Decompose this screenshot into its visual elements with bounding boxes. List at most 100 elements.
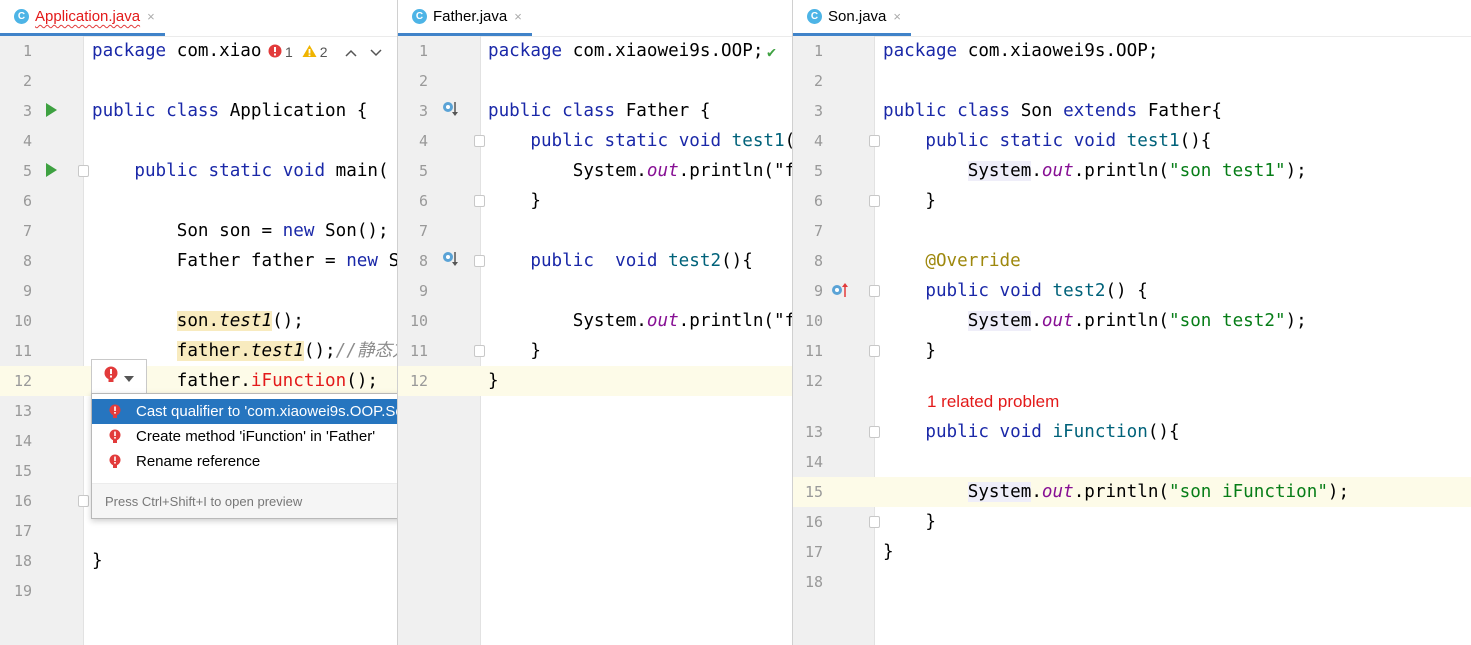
intention-bulb-button[interactable]: [91, 359, 147, 394]
fold-icon[interactable]: [869, 285, 880, 297]
close-icon[interactable]: ×: [893, 9, 901, 24]
code-line[interactable]: Son son = new Son();: [92, 216, 397, 246]
editor-pane-son[interactable]: C Son.java × 1 package com.xiaowei9s.OOP;…: [792, 0, 1471, 645]
code-line[interactable]: System.out.println("father test2");: [488, 306, 793, 336]
code-line[interactable]: public static void main(: [92, 156, 397, 186]
chevron-down-icon[interactable]: [370, 44, 382, 60]
line-number: 10: [409, 312, 428, 330]
code-line[interactable]: public void test2() {: [883, 276, 1471, 306]
line-number: 9: [22, 282, 32, 300]
code-line[interactable]: [92, 516, 397, 546]
code-line[interactable]: [883, 447, 1471, 477]
code-line[interactable]: public static void test1(){: [488, 126, 793, 156]
code-line[interactable]: [883, 567, 1471, 597]
line-number: 14: [13, 432, 32, 450]
code-line[interactable]: }: [488, 366, 793, 396]
chevron-up-icon[interactable]: [345, 44, 357, 60]
inspection-widget[interactable]: 1 2: [268, 40, 382, 64]
intention-item-create-method[interactable]: Create method 'iFunction' in 'Father': [92, 424, 397, 449]
code-line[interactable]: public class Son extends Father{: [883, 96, 1471, 126]
fold-icon[interactable]: [474, 255, 485, 267]
editor-pane-father[interactable]: C Father.java × 1 package com.xiaowei9s.O…: [397, 0, 793, 645]
overridden-icon[interactable]: [442, 100, 458, 122]
related-problem-hint[interactable]: 1 related problem: [927, 392, 1059, 412]
intention-item-label: Cast qualifier to 'com.xiaowei9s.OOP.Son…: [136, 403, 397, 420]
fold-icon[interactable]: [869, 345, 880, 357]
overrides-icon[interactable]: [831, 281, 849, 303]
close-icon[interactable]: ×: [147, 9, 155, 24]
code-token: public: [488, 101, 552, 121]
code-line[interactable]: [92, 66, 397, 96]
line-number: 3: [418, 102, 428, 120]
line-number: 4: [22, 132, 32, 150]
code-line[interactable]: [92, 126, 397, 156]
code-line[interactable]: }: [883, 186, 1471, 216]
code-token: .println(: [1073, 161, 1170, 181]
run-icon[interactable]: [46, 163, 57, 177]
tab-father-java[interactable]: C Father.java ×: [398, 0, 532, 36]
code-line[interactable]: [92, 576, 397, 606]
line-number: 10: [804, 312, 823, 330]
code-line[interactable]: public void test2(){: [488, 246, 793, 276]
code-line[interactable]: public class Father {: [488, 96, 793, 126]
line-number: 7: [418, 222, 428, 240]
code-line[interactable]: [488, 216, 793, 246]
code-line[interactable]: System.out.println("father test1");: [488, 156, 793, 186]
line-number: 7: [813, 222, 823, 240]
line-number: 12: [804, 372, 823, 390]
tab-son-java[interactable]: C Son.java ×: [793, 0, 911, 36]
fold-icon[interactable]: [869, 195, 880, 207]
intention-item-rename[interactable]: Rename reference: [92, 449, 397, 474]
code-line[interactable]: package com.xiaowei9s.OOP;: [883, 36, 1471, 66]
code-line[interactable]: public static void test1(){: [883, 126, 1471, 156]
code-line[interactable]: [883, 216, 1471, 246]
code-line[interactable]: }: [488, 336, 793, 366]
code-line[interactable]: @Override: [883, 246, 1471, 276]
run-icon[interactable]: [46, 103, 57, 117]
code-line[interactable]: [488, 66, 793, 96]
line-number: 6: [418, 192, 428, 210]
code-token: public: [530, 251, 594, 271]
code-token: package: [883, 41, 958, 61]
overridden-icon[interactable]: [442, 250, 458, 272]
code-line[interactable]: [92, 186, 397, 216]
fold-icon[interactable]: [78, 165, 89, 177]
code-line[interactable]: }: [883, 336, 1471, 366]
fold-icon[interactable]: [869, 135, 880, 147]
code-token: ();: [272, 311, 304, 331]
fold-icon[interactable]: [869, 516, 880, 528]
code-line[interactable]: }: [92, 546, 397, 576]
code-line[interactable]: System.out.println("son iFunction");: [883, 477, 1471, 507]
code-line[interactable]: Father father = new Son();: [92, 246, 397, 276]
code-line[interactable]: [92, 276, 397, 306]
fold-icon[interactable]: [474, 345, 485, 357]
tab-application-java[interactable]: C Application.java ×: [0, 0, 165, 36]
editor-pane-application[interactable]: C Application.java × 1 package com.xiao 2 3…: [0, 0, 397, 645]
code-line[interactable]: }: [488, 186, 793, 216]
code-line[interactable]: public void iFunction(){: [883, 417, 1471, 447]
fold-icon[interactable]: [474, 195, 485, 207]
code-line[interactable]: [883, 66, 1471, 96]
intention-item-cast[interactable]: Cast qualifier to 'com.xiaowei9s.OOP.Son…: [92, 399, 397, 424]
code-line[interactable]: son.test1();: [92, 306, 397, 336]
fold-icon[interactable]: [474, 135, 485, 147]
fold-icon[interactable]: [869, 426, 880, 438]
code-line[interactable]: [488, 276, 793, 306]
line-number: 6: [813, 192, 823, 210]
code-token: void: [999, 281, 1042, 301]
code-line[interactable]: }: [883, 537, 1471, 567]
code-line[interactable]: }: [883, 507, 1471, 537]
fold-icon[interactable]: [78, 495, 89, 507]
code-line[interactable]: System.out.println("son test2");: [883, 306, 1471, 336]
code-line[interactable]: public class Application {: [92, 96, 397, 126]
code-line[interactable]: System.out.println("son test1");: [883, 156, 1471, 186]
close-icon[interactable]: ×: [514, 9, 522, 24]
code-token: .println(: [1073, 482, 1170, 502]
line-number: 8: [22, 252, 32, 270]
code-line[interactable]: package com.xiaowei9s.OOP;: [488, 36, 793, 66]
line-number: 2: [418, 72, 428, 90]
class-icon: C: [807, 9, 822, 24]
